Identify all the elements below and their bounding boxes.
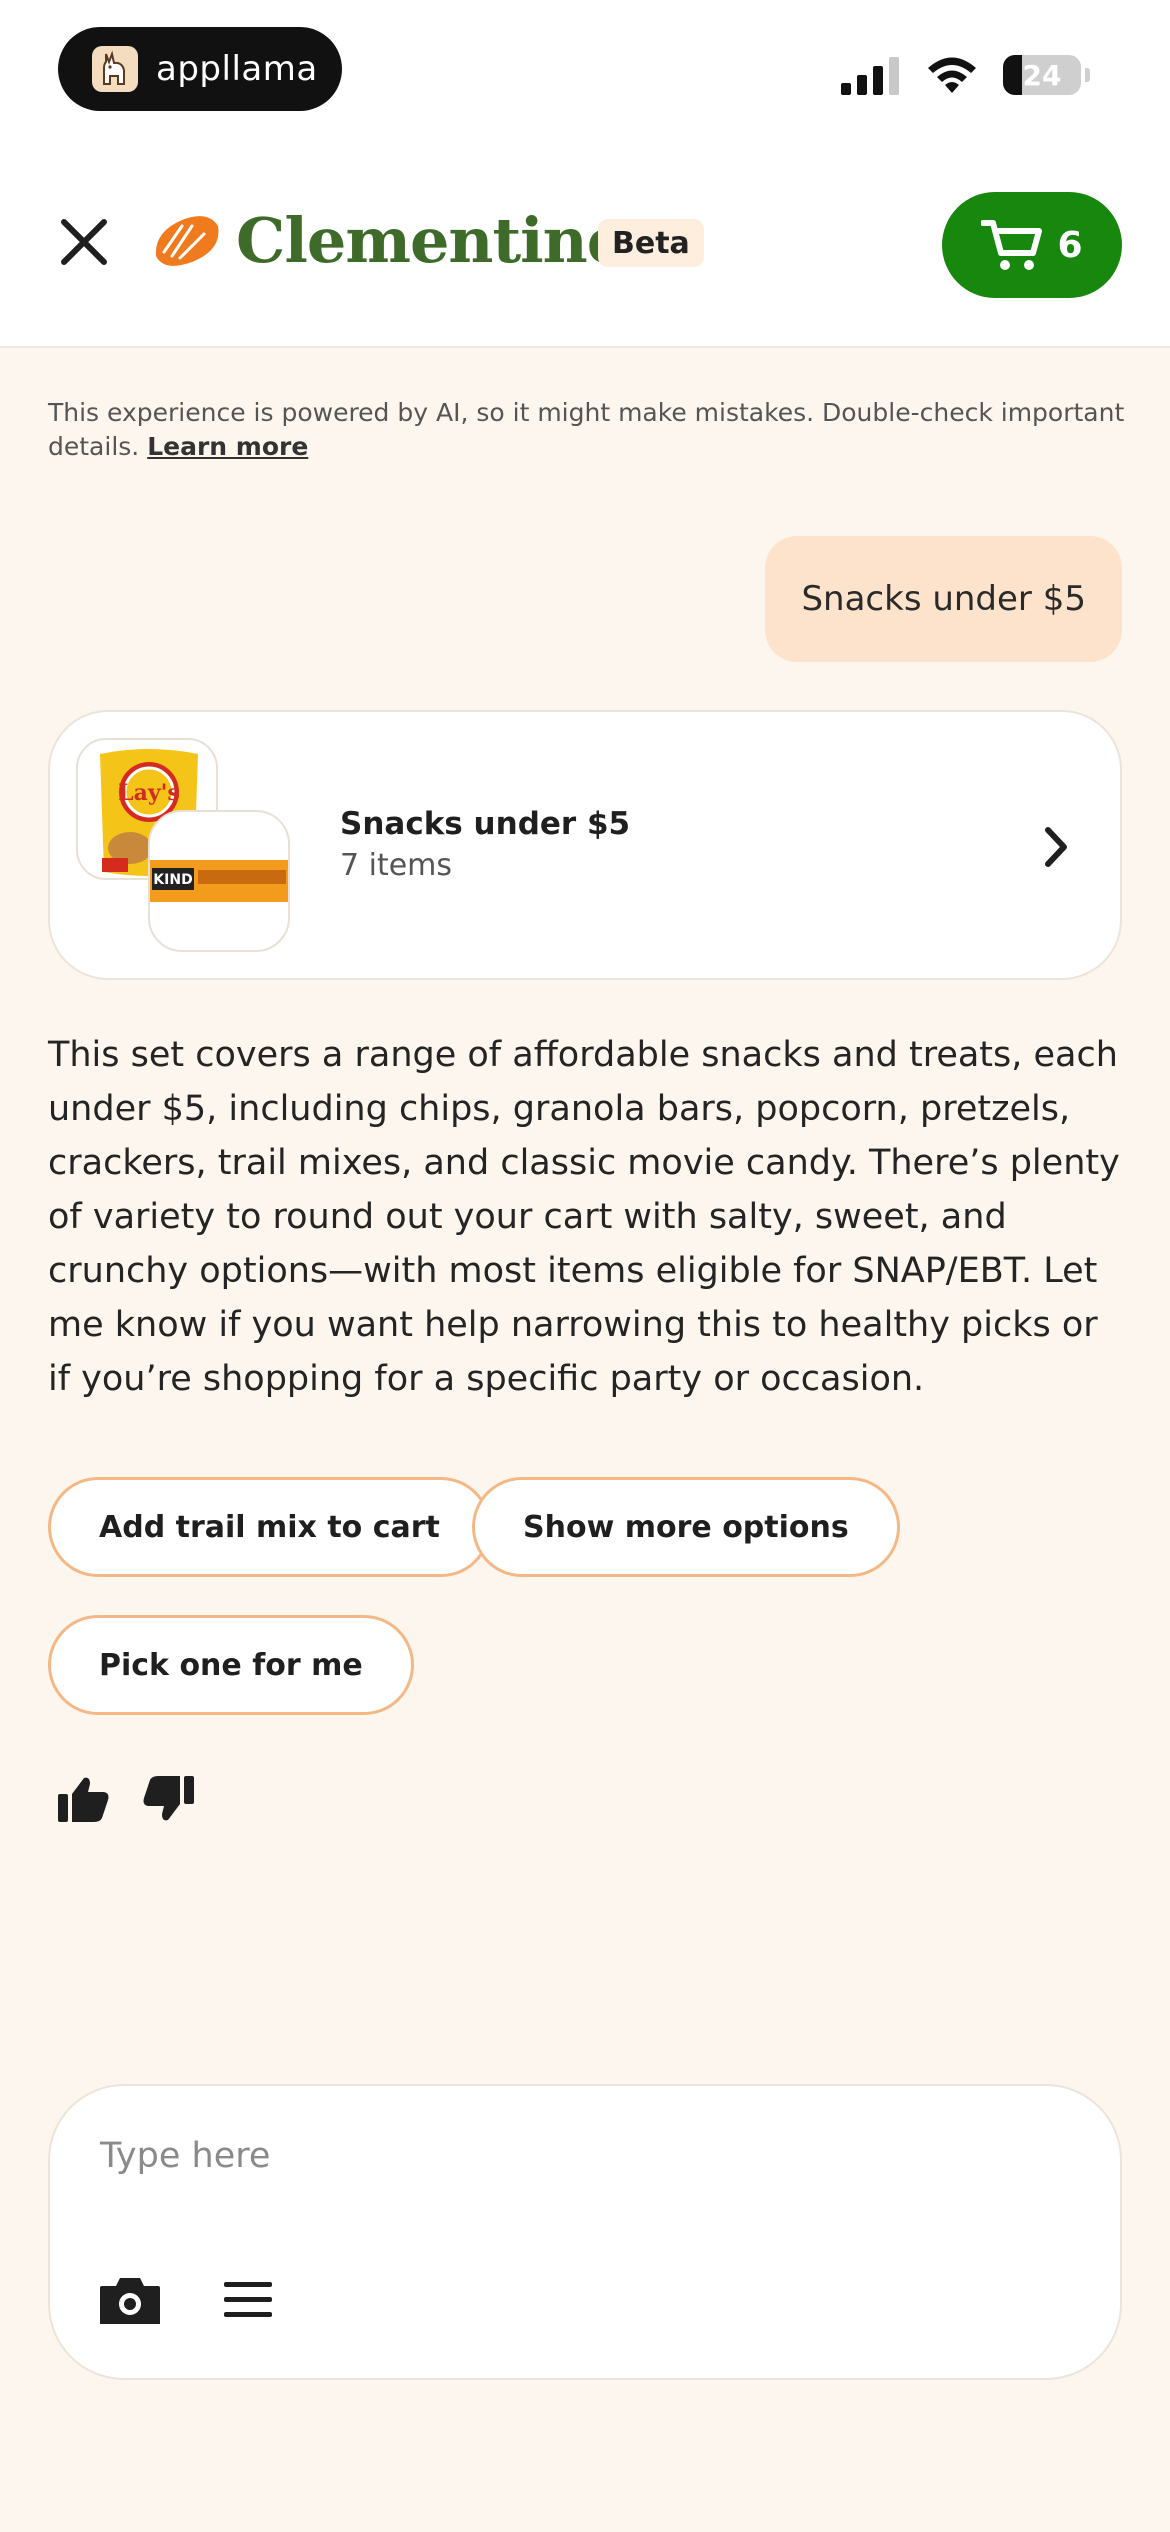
kind-bar-image: KIND: [150, 860, 288, 902]
camera-icon[interactable]: [98, 2274, 162, 2326]
brand-name: Clementine: [236, 204, 626, 277]
thumbs-up-icon[interactable]: [56, 1774, 110, 1824]
thumbs-down-icon[interactable]: [142, 1774, 196, 1824]
chevron-right-icon[interactable]: [1036, 822, 1076, 872]
svg-text:KIND: KIND: [153, 872, 192, 888]
battery-level: 24: [1022, 58, 1062, 92]
suggestion-pick-one[interactable]: Pick one for me: [48, 1615, 414, 1715]
svg-text:Lay's: Lay's: [118, 780, 180, 806]
menu-icon[interactable]: [222, 2280, 274, 2320]
feedback-buttons: [56, 1774, 196, 1824]
battery-indicator: 24: [1003, 55, 1081, 95]
suggestion-add-trail-mix[interactable]: Add trail mix to cart: [48, 1477, 491, 1577]
beta-badge: Beta: [598, 219, 704, 267]
close-icon: [61, 219, 107, 265]
app-pill-label: appllama: [156, 49, 318, 89]
app-pill[interactable]: appllama: [58, 27, 342, 111]
collection-card[interactable]: Lay's KIND Snacks under $5 7 items: [48, 710, 1122, 980]
wifi-icon: [928, 57, 976, 93]
close-button[interactable]: [52, 210, 116, 274]
user-message-bubble: Snacks under $5: [765, 536, 1122, 662]
brand: Clementine: [152, 204, 626, 277]
clementine-logo-icon: [155, 215, 219, 266]
assistant-reply: This set covers a range of affordable sn…: [48, 1035, 1120, 1399]
status-indicators: 24: [841, 50, 1090, 100]
llama-logo-icon: [92, 46, 138, 92]
collection-title: Snacks under $5: [340, 806, 631, 842]
battery-cap: [1085, 68, 1090, 82]
message-composer[interactable]: Type here: [48, 2084, 1122, 2380]
cellular-signal-icon: [841, 57, 899, 95]
learn-more-link[interactable]: Learn more: [147, 432, 308, 461]
ai-disclaimer: This experience is powered by AI, so it …: [48, 396, 1128, 464]
cart-count: 6: [1057, 224, 1083, 266]
composer-placeholder[interactable]: Type here: [100, 2136, 270, 2176]
product-thumbnail-bar: KIND: [148, 810, 290, 952]
top-bar: appllama 24 Clementine Beta 6: [0, 0, 1170, 348]
collection-item-count: 7 items: [340, 848, 453, 883]
user-message-text: Snacks under $5: [801, 579, 1086, 619]
cart-button[interactable]: 6: [942, 192, 1122, 298]
suggestion-show-more[interactable]: Show more options: [472, 1477, 900, 1577]
cart-icon: [981, 220, 1043, 270]
